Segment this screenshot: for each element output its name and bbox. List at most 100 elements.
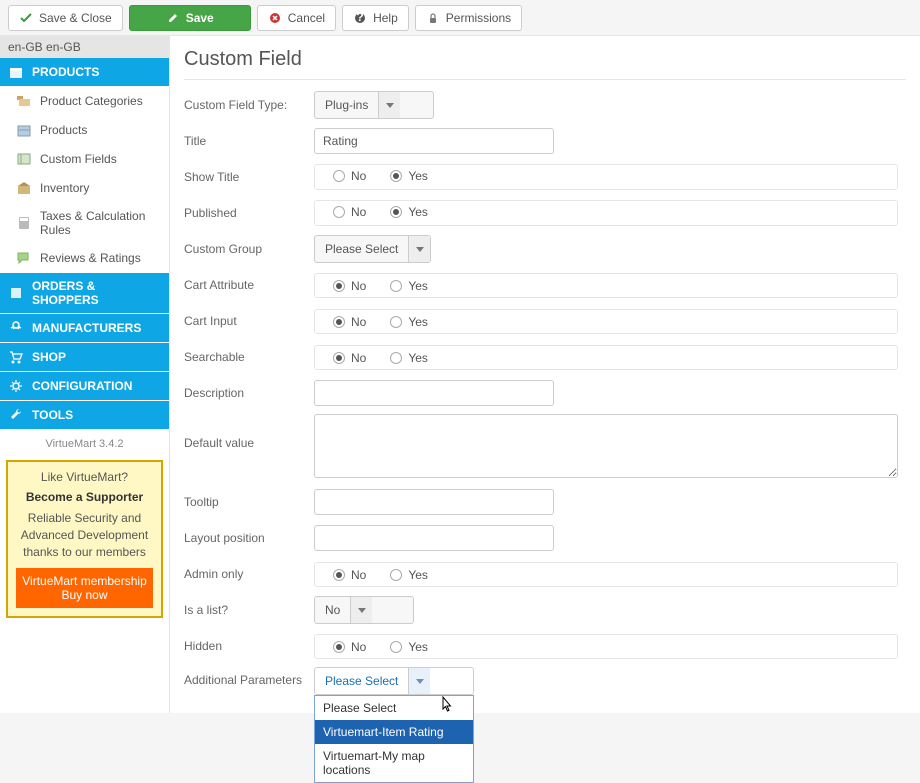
published-no-radio[interactable]: No [333,205,366,219]
radio-label: Yes [408,205,428,219]
sidebar-item-label: Products [40,123,87,137]
nav-icon [8,349,24,365]
sidebar-item-shop[interactable]: SHOP [0,343,169,372]
sidebar-item-reviews-ratings[interactable]: Reviews & Ratings [0,244,169,273]
custom-group-select[interactable]: Please Select [314,235,431,263]
version-label: VirtueMart 3.4.2 [0,430,169,458]
label-tooltip: Tooltip [184,495,314,509]
radio-label: Yes [408,169,428,183]
nav: PRODUCTSProduct Categories Products Custom… [0,58,169,430]
searchable-radio-group: No Yes [314,345,898,370]
sidebar-item-products[interactable]: Products [0,116,169,145]
nav-icon [16,215,32,231]
cart_attribute-yes-radio[interactable]: Yes [390,279,428,293]
cart_input-yes-radio[interactable]: Yes [390,315,428,329]
sidebar-item-label: SHOP [32,350,66,364]
nav-icon [16,151,32,167]
check-icon [19,11,33,25]
sidebar-item-tools[interactable]: TOOLS [0,401,169,430]
sidebar-item-product-categories[interactable]: Product Categories [0,87,169,116]
show_title-yes-radio[interactable]: Yes [390,169,428,183]
radio-dot-icon [333,170,345,182]
radio-label: No [351,205,366,219]
type-select[interactable]: Plug-ins [314,91,434,119]
label-admin-only: Admin only [184,567,314,581]
dropdown-option[interactable]: Virtuemart-Item Rating [315,720,473,744]
layout-position-input[interactable] [314,525,554,551]
hidden-yes-radio[interactable]: Yes [390,640,428,654]
dropdown-option[interactable]: Virtuemart-My map locations [315,744,473,782]
cancel-icon [268,11,282,25]
sidebar-item-taxes-calculation-rules[interactable]: Taxes & Calculation Rules [0,203,169,244]
show_title-no-radio[interactable]: No [333,169,366,183]
sidebar-item-label: MANUFACTURERS [32,321,141,335]
cancel-label: Cancel [288,11,325,25]
published-radio-group: No Yes [314,200,898,226]
label-is-list: Is a list? [184,603,314,617]
help-button[interactable]: ? Help [342,5,409,31]
radio-label: Yes [408,640,428,654]
radio-dot-icon [333,280,345,292]
cart_input-no-radio[interactable]: No [333,315,366,329]
nav-icon [8,320,24,336]
nav-icon [16,93,32,109]
sidebar-item-configuration[interactable]: CONFIGURATION [0,372,169,401]
promo-cta-line2: Buy now [18,588,151,602]
lock-icon [426,11,440,25]
label-default-value: Default value [184,414,314,450]
nav-icon [8,378,24,394]
cursor-icon [438,696,454,714]
sidebar-item-label: Reviews & Ratings [40,251,141,265]
promo-cta[interactable]: VirtueMart membership Buy now [16,568,153,608]
label-description: Description [184,386,314,400]
pencil-icon [166,11,180,25]
radio-label: No [351,568,366,582]
title-input[interactable] [314,128,554,154]
permissions-button[interactable]: Permissions [415,5,522,31]
searchable-no-radio[interactable]: No [333,351,366,365]
help-icon: ? [353,11,367,25]
admin_only-yes-radio[interactable]: Yes [390,568,428,582]
label-additional: Additional Parameters [184,667,314,687]
sidebar-item-custom-fields[interactable]: Custom Fields [0,145,169,174]
sidebar-item-label: Custom Fields [40,152,117,166]
label-custom-group: Custom Group [184,242,314,256]
save-close-button[interactable]: Save & Close [8,5,123,31]
sidebar-item-label: Taxes & Calculation Rules [40,209,161,237]
sidebar-item-products[interactable]: PRODUCTS [0,58,169,87]
nav-icon [8,285,24,301]
nav-icon [16,122,32,138]
published-yes-radio[interactable]: Yes [390,205,428,219]
tooltip-input[interactable] [314,489,554,515]
promo-line2: Become a Supporter [16,490,153,504]
description-input[interactable] [314,380,554,406]
radio-dot-icon [390,280,402,292]
label-layout-position: Layout position [184,531,314,545]
sidebar-item-orders-shoppers[interactable]: ORDERS & SHOPPERS [0,273,169,314]
sidebar-item-manufacturers[interactable]: MANUFACTURERS [0,314,169,343]
promo-cta-line1: VirtueMart membership [18,574,151,588]
additional-select[interactable]: Please Select [314,667,474,695]
cart_input-radio-group: No Yes [314,309,898,334]
cart_attribute-no-radio[interactable]: No [333,279,366,293]
radio-dot-icon [333,641,345,653]
save-label: Save [186,11,214,25]
hidden-no-radio[interactable]: No [333,640,366,654]
default-value-textarea[interactable] [314,414,898,478]
svg-text:?: ? [356,12,363,24]
nav-icon [16,180,32,196]
chevron-down-icon [378,92,400,118]
label-show-title: Show Title [184,170,314,184]
label-published: Published [184,206,314,220]
radio-label: No [351,169,366,183]
label-cart-attribute: Cart Attribute [184,278,314,292]
is-list-select[interactable]: No [314,596,414,624]
radio-dot-icon [333,206,345,218]
searchable-yes-radio[interactable]: Yes [390,351,428,365]
cancel-button[interactable]: Cancel [257,5,336,31]
nav-icon [8,407,24,423]
sidebar-item-inventory[interactable]: Inventory [0,174,169,203]
save-button[interactable]: Save [129,5,251,31]
admin_only-no-radio[interactable]: No [333,568,366,582]
label-hidden: Hidden [184,639,314,653]
